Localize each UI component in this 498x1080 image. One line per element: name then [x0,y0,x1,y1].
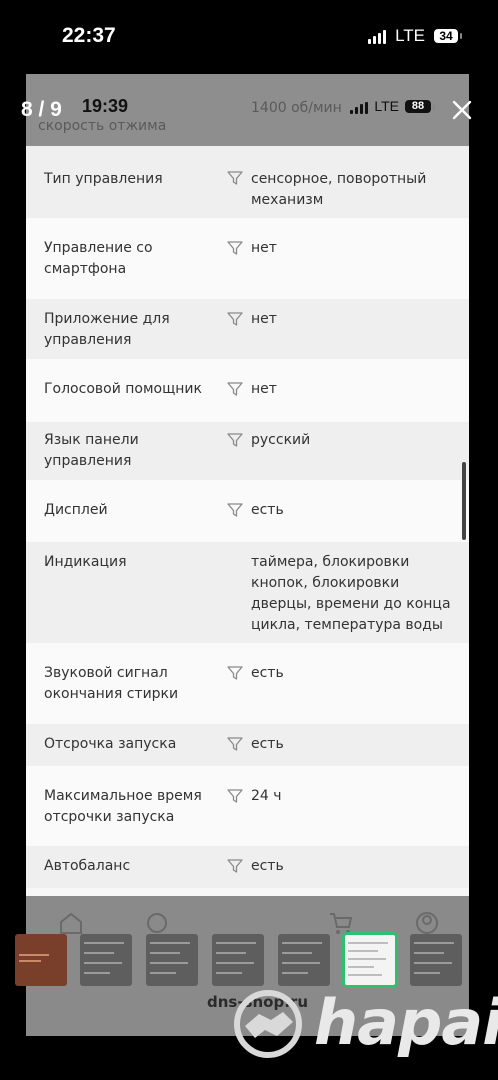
spec-label: Автобаланс [44,858,131,874]
watermark-logo-icon [234,990,302,1058]
close-icon[interactable] [450,98,474,122]
status-time: 22:37 [62,24,116,47]
battery-icon: 34 [434,29,462,43]
spec-row: Язык панели управления русский [26,422,469,480]
image-counter: 8 / 9 [21,98,62,121]
spec-row: Максимальное время отсрочки запуска 24 ч [26,766,469,846]
spec-row: Тип управления сенсорное, поворотный мех… [26,146,469,218]
thumbnail-selected[interactable] [342,932,398,988]
spec-table: Тип управления сенсорное, поворотный мех… [26,146,469,888]
spec-label: Язык панели управления [44,432,139,469]
spec-value: есть [251,858,284,874]
spec-label: Тип управления [44,171,163,187]
thumbnail[interactable] [410,934,462,986]
thumbnail[interactable] [80,934,132,986]
watermark-text: hapai [314,986,498,1059]
filter-icon[interactable] [227,240,243,256]
spec-value: есть [251,665,284,681]
filter-icon[interactable] [227,788,243,804]
profile-icon [416,912,438,934]
spec-row: Автобаланс есть [26,846,469,888]
spec-label: Голосовой помощник [44,381,202,397]
spec-value: 24 ч [251,788,282,804]
filter-icon[interactable] [227,858,243,874]
spec-value: таймера, блокировки кнопок, блокировки д… [251,554,451,633]
inner-battery-icon: 88 [405,99,435,113]
home-icon [60,912,82,934]
spec-label: Дисплей [44,502,108,518]
spec-value: нет [251,381,277,397]
filter-icon[interactable] [227,432,243,448]
inner-status-indicators: LTE 88 [350,98,435,114]
spec-value: сенсорное, поворотный механизм [251,171,427,208]
viewer-image[interactable]: скорость отжима 1400 об/мин 19:39 LTE 88… [26,74,469,1036]
spec-row: Индикация таймера, блокировки кнопок, бл… [26,542,469,643]
spec-label: Управление со смартфона [44,240,153,277]
inner-signal-icon [350,98,369,114]
spec-value: русский [251,432,311,448]
thumbnail[interactable] [212,934,264,986]
filter-icon[interactable] [227,502,243,518]
spec-label: Индикация [44,554,127,570]
spec-row: Приложение для управления нет [26,299,469,359]
spec-row: Голосовой помощник нет [26,359,469,422]
thumbnail-strip [0,932,498,988]
filter-icon[interactable] [227,665,243,681]
inner-network-type: LTE [374,98,399,114]
filter-icon[interactable] [227,736,243,752]
spec-label: Отсрочка запуска [44,736,177,752]
thumbnail[interactable] [15,934,67,986]
filter-icon[interactable] [227,311,243,327]
thumbnail[interactable] [278,934,330,986]
cart-icon [330,913,353,934]
spec-row: Звуковой сигнал окончания стирки есть [26,643,469,724]
spec-label: Максимальное время отсрочки запуска [44,788,202,825]
scrollbar[interactable] [462,462,466,540]
spec-label: Звуковой сигнал окончания стирки [44,665,179,702]
filter-icon[interactable] [227,170,243,186]
filter-icon[interactable] [227,381,243,397]
spec-row: Управление со смартфона нет [26,218,469,299]
catalog-icon [147,913,167,933]
spec-value: есть [251,502,284,518]
spec-row: Дисплей есть [26,480,469,542]
network-type: LTE [395,26,425,45]
spec-row: Отсрочка запуска есть [26,724,469,766]
spec-label: Приложение для управления [44,311,170,348]
partial-spec-value: 1400 об/мин [251,100,342,116]
image-top-bar: скорость отжима 1400 об/мин 19:39 LTE 88 [26,74,469,146]
inner-status-time: 19:39 [82,96,129,116]
thumbnail[interactable] [146,934,198,986]
signal-icon [368,28,387,44]
spec-value: есть [251,736,284,752]
status-indicators: LTE 34 [368,26,462,46]
spec-value: нет [251,311,277,327]
spec-value: нет [251,240,277,256]
